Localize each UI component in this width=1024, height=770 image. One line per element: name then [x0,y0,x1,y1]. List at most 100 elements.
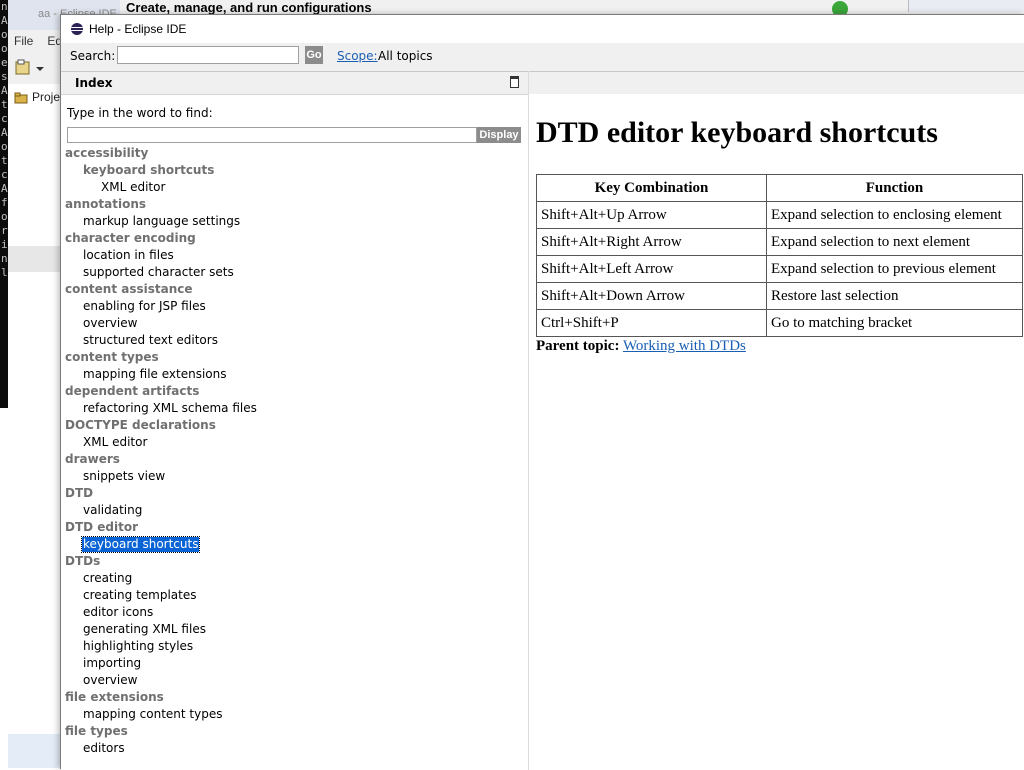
terminal-char: c [1,168,8,181]
function-cell: Expand selection to next element [766,228,1023,256]
parent-topic-label: Parent topic: [536,338,620,354]
index-entry[interactable]: importing [83,656,141,671]
terminal-char: s [1,70,8,83]
page-title: DTD editor keyboard shortcuts [536,116,938,149]
index-entry[interactable]: file extensions [65,690,164,705]
search-input[interactable] [117,46,299,64]
index-entry[interactable]: editor icons [83,605,153,620]
index-entry[interactable]: generating XML files [83,622,206,637]
maximize-icon[interactable] [510,76,519,88]
terminal-char: A [1,14,8,27]
function-cell: Go to matching bracket [766,309,1023,337]
index-entry[interactable]: structured text editors [83,333,218,348]
help-search-bar: Search: Go Scope: All topics [61,43,1024,69]
index-entry[interactable]: character encoding [65,231,196,246]
table-row: Shift+Alt+Left Arrow Expand selection to … [536,255,1023,283]
function-cell: Restore last selection [766,282,1023,310]
index-entry[interactable]: DTD editor [65,520,138,535]
table-header-function: Function [766,174,1023,202]
key-combination-cell: Shift+Alt+Down Arrow [536,282,767,310]
index-entry[interactable]: keyboard shortcuts [83,163,214,178]
help-window-title: Help - Eclipse IDE [89,22,187,36]
index-entry[interactable]: location in files [83,248,174,263]
terminal-char: t [1,98,8,111]
project-explorer-row [8,246,62,272]
launch-dialog-title: Create, manage, and run configurations [126,0,372,15]
eclipse-logo-icon [71,23,83,35]
index-entry[interactable]: overview [83,316,137,331]
key-combination-cell: Shift+Alt+Left Arrow [536,255,767,283]
project-explorer-label: Proje [32,90,61,104]
scope-value: All topics [378,49,433,63]
index-entry[interactable]: mapping file extensions [83,367,227,382]
index-entry[interactable]: DTDs [65,554,100,569]
menu-file[interactable]: File [14,34,33,48]
index-entry[interactable]: dependent artifacts [65,384,199,399]
index-entry[interactable]: drawers [65,452,120,467]
index-entry[interactable]: accessibility [65,146,148,161]
terminal-char: o [1,140,8,153]
index-entry[interactable]: enabling for JSP files [83,299,206,314]
index-entry[interactable]: file types [65,724,128,739]
index-entry[interactable]: refactoring XML schema files [83,401,257,416]
index-entry-selected[interactable]: keyboard shortcuts [80,536,201,553]
index-entry[interactable]: DTD [65,486,93,501]
index-entry[interactable]: content types [65,350,159,365]
terminal-char: l [1,266,8,279]
new-wizard-icon[interactable] [14,58,58,78]
terminal-char: r [1,224,8,237]
terminal-char: o [1,28,8,41]
content-toolbar-strip [529,72,1024,94]
index-title: Index [75,76,113,90]
table-row: Shift+Alt+Down Arrow Restore last selecti… [536,282,1023,310]
index-entry[interactable]: mapping content types [83,707,222,722]
index-type-label: Type in the word to find: [67,106,213,120]
terminal-char: i [1,238,8,251]
eclipse-bottom-area [8,734,62,768]
index-entry[interactable]: XML editor [101,180,165,195]
go-button[interactable]: Go [305,46,323,64]
function-cell: Expand selection to previous element [766,255,1023,283]
project-explorer-pane [8,84,63,734]
index-entry[interactable]: editors [83,741,125,756]
parent-topic: Parent topic: Working with DTDs [536,338,746,355]
table-row: Shift+Alt+Right Arrow Expand selection to… [536,228,1023,256]
terminal-char: n [1,252,8,265]
terminal-char: t [1,154,8,167]
terminal-char: o [1,42,8,55]
terminal-char: o [1,210,8,223]
function-cell: Expand selection to enclosing element [766,201,1023,229]
key-combination-cell: Shift+Alt+Right Arrow [536,228,767,256]
terminal-char: c [1,112,8,125]
project-explorer-icon [14,92,28,104]
launch-dialog-toolbar [908,0,1024,12]
index-entry[interactable]: overview [83,673,137,688]
index-entry[interactable]: DOCTYPE declarations [65,418,216,433]
index-entry[interactable]: snippets view [83,469,165,484]
terminal-char: f [1,196,8,209]
index-entry[interactable]: supported character sets [83,265,234,280]
scope-link[interactable]: Scope: [337,49,378,63]
display-button[interactable]: Display [477,127,521,143]
index-entry[interactable]: markup language settings [83,214,240,229]
eclipse-main-toolbar [14,58,58,78]
help-window: Help - Eclipse IDE Search: Go Scope: All… [60,14,1024,770]
terminal-char: n [1,0,8,13]
table-row: Ctrl+Shift+P Go to matching bracket [536,309,1023,337]
table-row: Shift+Alt+Up Arrow Expand selection to en… [536,201,1023,229]
index-entry[interactable]: creating templates [83,588,197,603]
index-search-input[interactable] [67,127,477,143]
shortcuts-table: Key Combination Function Shift+Alt+Up Ar… [536,174,1023,337]
terminal-char: A [1,126,8,139]
index-entry[interactable]: annotations [65,197,146,212]
index-entry[interactable]: validating [83,503,142,518]
terminal-char: A [1,84,8,97]
parent-topic-link[interactable]: Working with DTDs [623,338,746,354]
terminal-char: A [1,182,8,195]
index-entry[interactable]: XML editor [83,435,147,450]
table-header-row: Key Combination Function [536,174,1023,202]
index-entry[interactable]: content assistance [65,282,193,297]
project-explorer-tab[interactable]: Proje [14,90,60,104]
index-entry[interactable]: creating [83,571,132,586]
index-entry[interactable]: highlighting styles [83,639,193,654]
